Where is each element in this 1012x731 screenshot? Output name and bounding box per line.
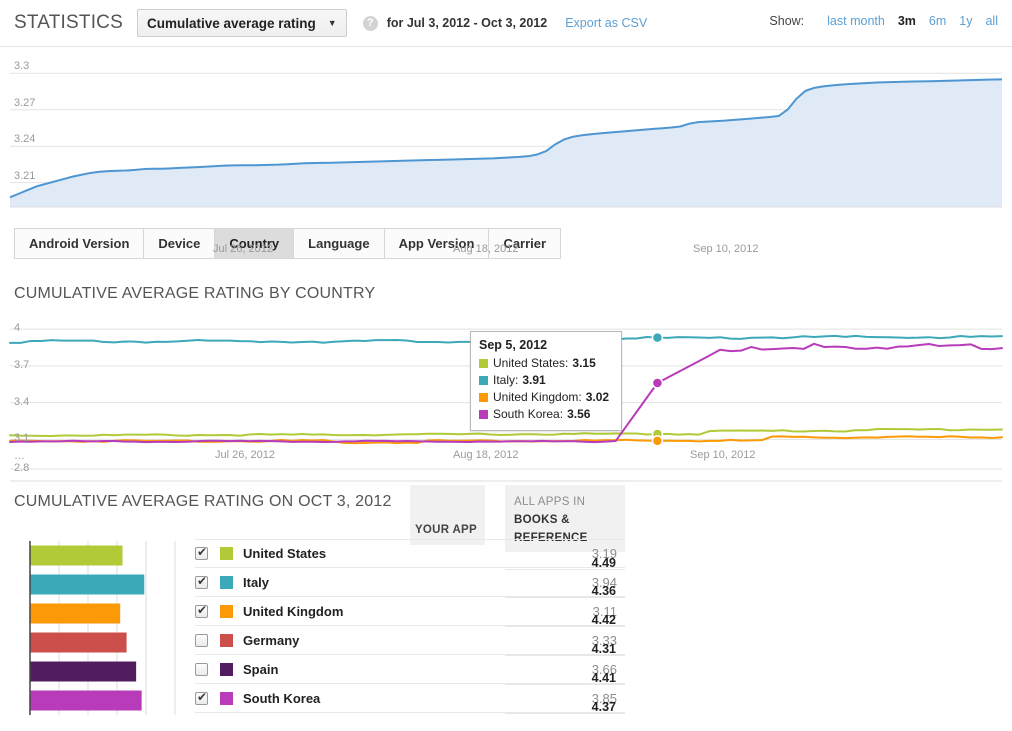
country-checkbox[interactable] xyxy=(195,663,208,676)
chart1-ytick-3: 3.21 xyxy=(14,170,35,182)
metric-dropdown-label: Cumulative average rating xyxy=(147,16,316,31)
all-apps-value: 4.31 xyxy=(505,642,625,656)
range-1y[interactable]: 1y xyxy=(959,14,972,28)
chart1-ytick-0: 3.3 xyxy=(14,60,29,72)
country-checkbox[interactable] xyxy=(195,547,208,560)
color-swatch-icon xyxy=(220,576,233,589)
country-name: United Kingdom xyxy=(243,604,550,619)
table-row[interactable]: Spain3.664.41 xyxy=(195,655,625,684)
all-apps-value: 4.36 xyxy=(505,584,625,598)
table-row[interactable]: Germany3.334.31 xyxy=(195,626,625,655)
tooltip-value-united-kingdom: 3.02 xyxy=(586,389,609,406)
chart2-ytick-3: 3.1 xyxy=(14,432,29,444)
tooltip-name-united-kingdom: United Kingdom xyxy=(493,389,578,406)
chart2-xtick-0: Jul 26, 2012 xyxy=(215,449,275,461)
color-swatch-icon xyxy=(220,634,233,647)
show-label: Show: xyxy=(769,14,804,28)
chart1-ytick-1: 3.27 xyxy=(14,97,35,109)
country-name: United States xyxy=(243,546,550,561)
chart2-ytick-2: 3.4 xyxy=(14,396,29,408)
chart2-ytick-1: 3.7 xyxy=(14,359,29,371)
all-apps-value: 4.42 xyxy=(505,613,625,627)
help-icon[interactable]: ? xyxy=(363,16,378,31)
country-name: Italy xyxy=(243,575,550,590)
on-date-section-title: CUMULATIVE AVERAGE RATING ON OCT 3, 2012 xyxy=(0,493,406,511)
tab-language[interactable]: Language xyxy=(294,228,384,259)
by-country-section-title: CUMULATIVE AVERAGE RATING BY COUNTRY xyxy=(0,285,1012,303)
chart2-ytick-5: 2.8 xyxy=(14,462,29,474)
all-apps-value: 4.37 xyxy=(505,700,625,714)
tooltip-row-united-states: United States: 3.15 xyxy=(479,355,613,372)
country-checkbox[interactable] xyxy=(195,605,208,618)
overall-rating-svg xyxy=(0,47,1012,215)
export-csv-link[interactable]: Export as CSV xyxy=(565,16,647,30)
chart1-xtick-0: Jul 26, 2012 xyxy=(213,243,273,255)
range-all[interactable]: all xyxy=(985,14,998,28)
table-row[interactable]: South Korea3.854.37 xyxy=(195,684,625,713)
chart1-ytick-2: 3.24 xyxy=(14,133,35,145)
country-table: United States3.194.49Italy3.944.36United… xyxy=(195,539,625,713)
all-apps-header-line1: ALL APPS IN xyxy=(514,493,625,511)
tooltip-row-italy: Italy: 3.91 xyxy=(479,372,613,389)
table-row[interactable]: Italy3.944.36 xyxy=(195,568,625,597)
chart2-xtick-2: Sep 10, 2012 xyxy=(690,449,755,461)
color-swatch-icon xyxy=(220,663,233,676)
country-checkbox[interactable] xyxy=(195,576,208,589)
date-range-label: for Jul 3, 2012 - Oct 3, 2012 xyxy=(387,16,548,30)
chart1-xtick-2: Sep 10, 2012 xyxy=(693,243,758,255)
statistics-header: STATISTICS Cumulative average rating ▼ ?… xyxy=(0,0,1012,47)
chart2-xtick-1: Aug 18, 2012 xyxy=(453,449,518,461)
country-checkbox[interactable] xyxy=(195,692,208,705)
range-last-month[interactable]: last month xyxy=(827,14,885,28)
table-row[interactable]: United Kingdom3.114.42 xyxy=(195,597,625,626)
color-swatch-icon xyxy=(220,692,233,705)
country-bar-chart xyxy=(0,539,180,719)
all-apps-value: 4.41 xyxy=(505,671,625,685)
tooltip-swatch-italy xyxy=(479,376,488,385)
metric-dropdown[interactable]: Cumulative average rating ▼ xyxy=(137,9,347,37)
country-name: Spain xyxy=(243,662,550,677)
overall-rating-chart: 3.3 3.27 3.24 3.21 Jul 26, 2012 Aug 18, … xyxy=(0,47,1012,215)
color-swatch-icon xyxy=(220,547,233,560)
tooltip-name-italy: Italy xyxy=(493,372,515,389)
chart1-xtick-1: Aug 18, 2012 xyxy=(453,243,518,255)
tooltip-value-south-korea: 3.56 xyxy=(567,406,590,423)
tooltip-row-south-korea: South Korea: 3.56 xyxy=(479,406,613,423)
tooltip-value-italy: 3.91 xyxy=(522,372,545,389)
tooltip-date: Sep 5, 2012 xyxy=(479,338,613,352)
tooltip-value-united-states: 3.15 xyxy=(572,355,595,372)
show-range-group: Show: last month 3m 6m 1y all xyxy=(769,14,998,28)
tooltip-swatch-united-kingdom xyxy=(479,393,488,402)
table-row[interactable]: United States3.194.49 xyxy=(195,539,625,568)
chevron-down-icon: ▼ xyxy=(328,18,337,28)
country-name: Germany xyxy=(243,633,550,648)
tooltip-name-south-korea: South Korea xyxy=(493,406,560,423)
range-3m[interactable]: 3m xyxy=(898,14,916,28)
chart2-ytick-0: 4 xyxy=(14,322,20,334)
chart-tooltip: Sep 5, 2012 United States: 3.15 Italy: 3… xyxy=(470,331,622,431)
range-6m[interactable]: 6m xyxy=(929,14,946,28)
color-swatch-icon xyxy=(220,605,233,618)
tooltip-name-united-states: United States xyxy=(493,355,565,372)
tooltip-swatch-south-korea xyxy=(479,410,488,419)
tooltip-row-united-kingdom: United Kingdom: 3.02 xyxy=(479,389,613,406)
country-name: South Korea xyxy=(243,691,550,706)
all-apps-row-separator xyxy=(505,713,625,714)
country-checkbox[interactable] xyxy=(195,634,208,647)
tab-android-version[interactable]: Android Version xyxy=(14,228,144,259)
your-app-column-header: YOUR APP xyxy=(410,485,485,545)
all-apps-header-line2: BOOKS & xyxy=(514,511,625,529)
tooltip-swatch-united-states xyxy=(479,359,488,368)
chart2-ytick-ellipsis: … xyxy=(14,450,25,462)
page-title: STATISTICS xyxy=(14,12,123,34)
tab-device[interactable]: Device xyxy=(144,228,215,259)
